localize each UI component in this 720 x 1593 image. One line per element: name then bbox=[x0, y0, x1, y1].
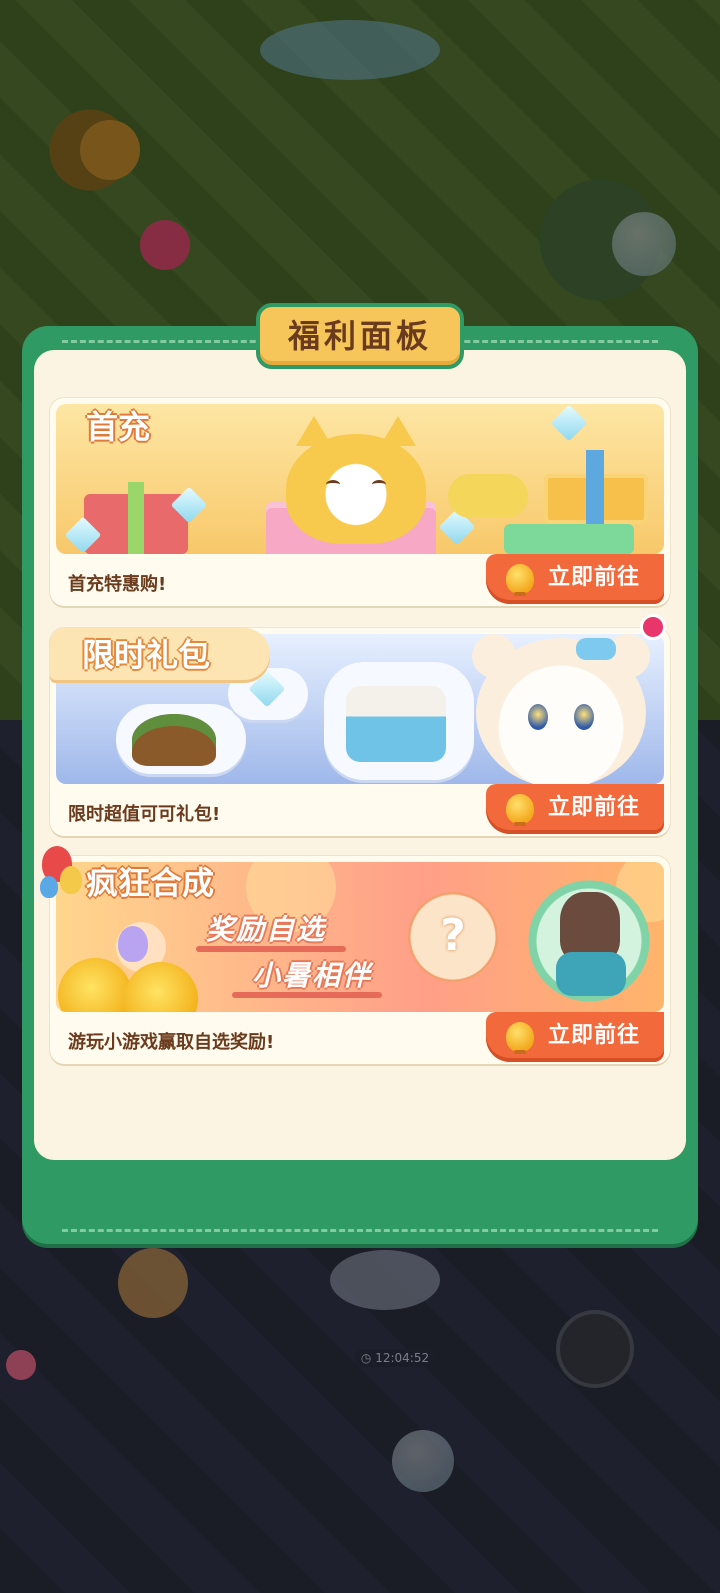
yellow-balloon-icon bbox=[60, 866, 82, 894]
go-button-label: 立即前往 bbox=[548, 1023, 641, 1048]
card-crazy-merge[interactable]: 奖励自选 小暑相伴 ? 疯狂合成 游玩小游戏赢取自选奖励! 立即前往 bbox=[50, 856, 670, 1064]
slogan-line-1: 奖励自选 bbox=[206, 913, 327, 946]
crazy-merge-go-button[interactable]: 立即前往 bbox=[486, 1012, 664, 1062]
panel-stitch-bottom bbox=[62, 1229, 658, 1232]
balloon-icon bbox=[118, 926, 148, 962]
slogan-line-2: 小暑相伴 bbox=[252, 959, 373, 992]
card-first-recharge[interactable]: 首充 首充特惠购! 立即前往 bbox=[50, 398, 670, 606]
card-first-recharge-description: 首充特惠购! bbox=[68, 574, 167, 595]
slogan-underline bbox=[196, 946, 346, 952]
gift-box-icon bbox=[504, 524, 634, 554]
notification-badge bbox=[640, 614, 666, 640]
chick-mascot-icon bbox=[58, 958, 132, 1012]
blue-balloon-icon bbox=[40, 876, 58, 898]
card-crazy-merge-description: 游玩小游戏赢取自选奖励! bbox=[68, 1032, 275, 1053]
card-limited-pack[interactable]: 限时礼包 限时超值可可礼包! 立即前往 bbox=[50, 628, 670, 836]
bear-cake-icon bbox=[346, 686, 446, 762]
panel-title: 福利面板 bbox=[287, 317, 432, 355]
yellow-bow bbox=[448, 474, 528, 518]
slogan-underline bbox=[232, 992, 382, 998]
first-recharge-go-button[interactable]: 立即前往 bbox=[486, 554, 664, 604]
go-button-label: 立即前往 bbox=[548, 795, 641, 820]
card-crazy-merge-title: 疯狂合成 bbox=[86, 864, 215, 902]
fox-mascot-body bbox=[556, 952, 626, 996]
diamond-icon bbox=[550, 404, 588, 442]
go-button-label: 立即前往 bbox=[548, 565, 641, 590]
panel-title-banner: 福利面板 bbox=[256, 303, 464, 369]
plant-pot-icon bbox=[132, 714, 216, 766]
chick-icon bbox=[506, 794, 534, 826]
chick-icon bbox=[506, 564, 534, 596]
bear-mascot-icon bbox=[472, 634, 650, 784]
gift-ribbon bbox=[128, 482, 144, 554]
card-limited-pack-title: 限时礼包 bbox=[82, 636, 211, 674]
gift-ribbon bbox=[586, 450, 604, 524]
mystery-reward-icon: ? bbox=[408, 892, 498, 982]
limited-pack-go-button[interactable]: 立即前往 bbox=[486, 784, 664, 834]
card-limited-pack-description: 限时超值可可礼包! bbox=[68, 804, 221, 825]
chick-icon bbox=[506, 1022, 534, 1054]
cat-mascot-icon bbox=[286, 416, 426, 544]
mystery-question-mark: ? bbox=[440, 910, 466, 961]
card-first-recharge-title: 首充 bbox=[86, 408, 151, 446]
